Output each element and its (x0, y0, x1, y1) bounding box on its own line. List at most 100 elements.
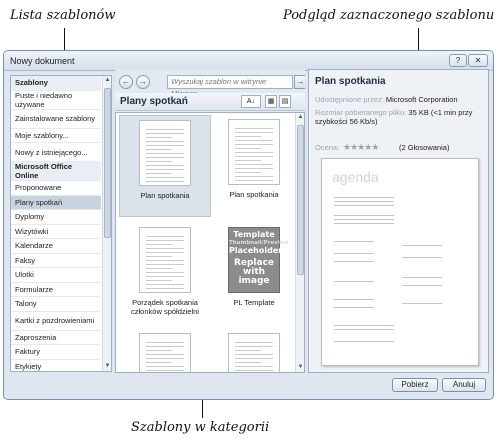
document-line (235, 362, 261, 363)
callout-category-templates: Szablony w kategorii (131, 420, 270, 435)
document-line (402, 285, 442, 286)
list-icon: ▤ (281, 98, 289, 105)
scroll-down-icon[interactable]: ▼ (103, 362, 111, 371)
provided-by-label: Udostępnione przez: (315, 95, 384, 104)
arrow-left-icon: ← (122, 77, 130, 86)
category-item[interactable]: Kartki z pozdrowieniami (11, 312, 101, 331)
document-line (146, 129, 184, 130)
document-line (334, 325, 394, 326)
document-line (146, 358, 184, 359)
category-item[interactable]: Moje szablony... (11, 129, 101, 143)
scroll-up-icon[interactable]: ▲ (296, 113, 304, 122)
document-line (235, 160, 261, 161)
callout-selected-preview: Podgląd zaznaczonego szablonu (283, 8, 495, 23)
template-thumbnail-image (228, 333, 280, 372)
sort-button[interactable]: A↓ (241, 95, 261, 108)
document-line (334, 201, 394, 202)
scroll-thumb[interactable] (297, 125, 304, 275)
category-item[interactable]: Zainstalowane szablony (11, 110, 101, 129)
category-item[interactable]: Dyplomy (11, 210, 101, 225)
document-line (146, 157, 184, 158)
category-item[interactable]: Kalendarze (11, 239, 101, 254)
search-input[interactable]: Wyszukaj szablon w witrynie Microso (167, 75, 293, 98)
category-item[interactable]: Plany spotkań (11, 195, 101, 210)
category-item[interactable]: Faksy (11, 254, 101, 268)
document-line (235, 350, 261, 351)
document-line (146, 280, 172, 281)
template-thumbnail[interactable]: Plan spotkania (208, 115, 300, 217)
category-item[interactable]: Nowy z istniejącego... (11, 143, 101, 162)
template-thumbnail[interactable] (208, 329, 300, 372)
document-line (402, 277, 442, 278)
template-thumbnail-image (139, 333, 191, 372)
gallery-title: Plany spotkań (120, 96, 188, 107)
document-line (334, 215, 394, 216)
category-header: Microsoft Office Online (11, 162, 101, 181)
document-line (146, 149, 172, 150)
placeholder-text: Replace with image (233, 258, 275, 286)
document-line (235, 354, 273, 355)
close-button[interactable]: ✕ (468, 54, 488, 67)
document-line (334, 261, 374, 262)
document-line (235, 132, 273, 133)
document-line (334, 241, 374, 242)
document-line (334, 329, 394, 330)
document-line (334, 219, 394, 220)
download-button[interactable]: Pobierz (392, 378, 438, 392)
gallery-scrollbar[interactable]: ▲ ▼ (295, 113, 304, 372)
document-line (334, 307, 374, 308)
document-line (146, 137, 172, 138)
template-thumbnail[interactable]: Template Thumbnail/Preview Placeholder Repl… (208, 223, 300, 325)
template-gallery-panel: ← → Wyszukaj szablon w witrynie Microso … (115, 69, 305, 373)
category-item[interactable]: Talony (11, 297, 101, 312)
template-thumbnail[interactable] (119, 329, 211, 372)
cancel-button[interactable]: Anuluj (442, 378, 486, 392)
template-thumbnail-image (139, 120, 191, 186)
star-icon[interactable]: ★ (371, 142, 379, 152)
category-item[interactable]: Zaproszenia (11, 331, 101, 345)
template-thumbnail-label: Plan spotkania (229, 190, 279, 199)
document-line (402, 303, 442, 304)
category-item[interactable]: Proponowane (11, 181, 101, 196)
thumbnail-area: Plan spotkania Plan spotkania Porządek spo… (115, 112, 305, 373)
category-item[interactable]: Puste i niedawno używane (11, 91, 101, 110)
category-item[interactable]: Etykiety (11, 360, 101, 372)
document-line (146, 244, 172, 245)
document-line (235, 140, 273, 141)
large-icons-button[interactable]: ▦ (265, 95, 277, 108)
placeholder-text: Placeholder (229, 246, 283, 255)
search-go-button[interactable]: → (294, 75, 305, 89)
forward-button[interactable]: → (136, 75, 150, 89)
template-thumbnail[interactable]: Plan spotkania (119, 115, 211, 217)
document-line (235, 342, 273, 343)
template-preview-panel: Plan spotkania Udostępnione przez: Micro… (308, 69, 489, 373)
category-item[interactable]: Faktury (11, 345, 101, 360)
rating-votes-value: (2 Głosowania) (399, 143, 450, 152)
document-line (235, 172, 261, 173)
rating-stars[interactable]: ★★★★★ (343, 142, 379, 153)
scroll-thumb[interactable] (104, 88, 111, 238)
document-line (334, 223, 394, 224)
template-thumbnail[interactable]: Porządek spotkania członków spółdzielni (119, 223, 211, 325)
document-line (334, 341, 394, 342)
provided-by: Udostępnione przez: Microsoft Corporatio… (315, 95, 458, 104)
document-line (146, 169, 184, 170)
rating-label: Ocena: (315, 143, 340, 152)
document-line (146, 236, 184, 237)
document-line (334, 253, 374, 254)
category-item[interactable]: Ulotki (11, 268, 101, 283)
placeholder-image: Template Thumbnail/Preview Placeholder Repl… (228, 227, 288, 293)
back-button[interactable]: ← (119, 75, 133, 89)
scroll-up-icon[interactable]: ▲ (103, 76, 111, 85)
document-line (235, 366, 273, 367)
scroll-down-icon[interactable]: ▼ (296, 363, 304, 372)
category-item[interactable]: Wizytówki (11, 225, 101, 239)
small-icons-button[interactable]: ▤ (279, 95, 291, 108)
window-title: Nowy dokument (10, 56, 75, 66)
category-item[interactable]: Formularze (11, 283, 101, 297)
help-button[interactable]: ? (449, 54, 467, 67)
document-line (235, 128, 273, 129)
document-line (146, 268, 172, 269)
category-scrollbar[interactable]: ▲ ▼ (102, 76, 111, 371)
preview-document: agenda (321, 158, 479, 366)
